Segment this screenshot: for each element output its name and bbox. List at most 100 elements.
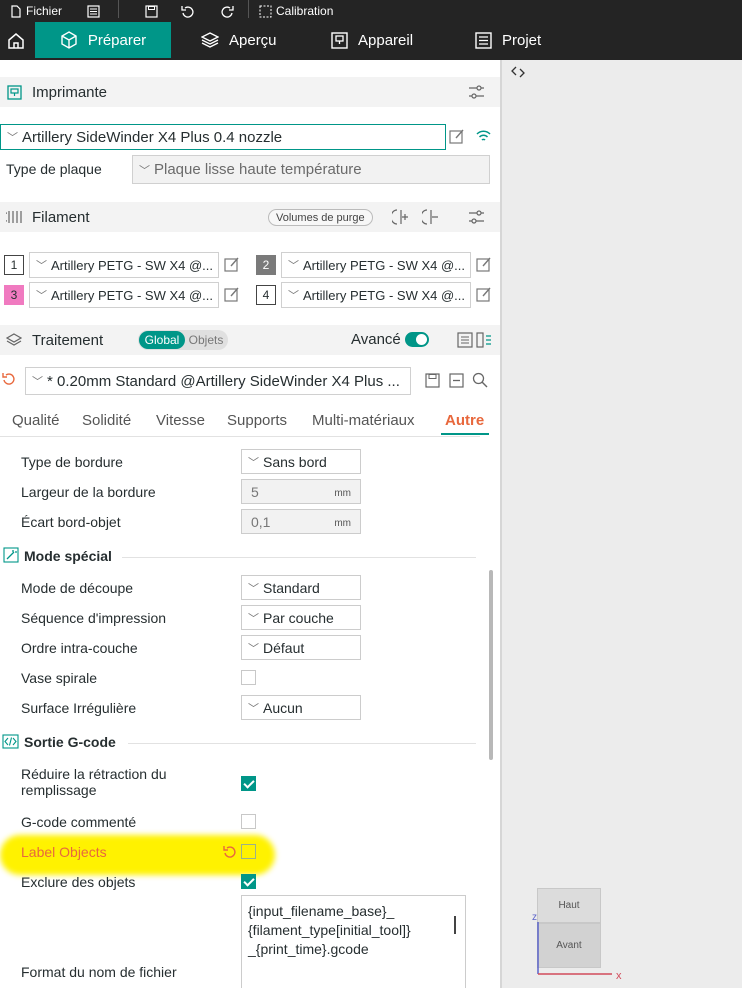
search-icon[interactable] — [472, 372, 488, 388]
filament-slot-number-text: 4 — [262, 288, 270, 302]
chevron-down-icon: ﹀ — [248, 702, 259, 715]
chevron-down-icon: ﹀ — [36, 290, 47, 302]
save-icon — [145, 4, 158, 18]
fuzzy-skin-value: Aucun — [263, 699, 303, 716]
compare-icon[interactable] — [476, 332, 492, 348]
3d-viewport[interactable]: Haut Avant z x — [502, 60, 742, 988]
menubar: Fichier Calibration — [0, 0, 742, 22]
subtab-quality[interactable]: Qualité — [12, 412, 60, 429]
tab-prepare[interactable]: Préparer — [35, 22, 171, 58]
tab-project[interactable]: Projet — [475, 22, 541, 58]
exclude-objects-checkbox[interactable] — [241, 874, 256, 889]
filament-slot-number[interactable]: 3 — [4, 285, 24, 305]
wifi-icon[interactable] — [475, 128, 492, 144]
subtab-multimaterial[interactable]: Multi-matériaux — [312, 412, 415, 429]
tab-device[interactable]: Appareil — [331, 22, 413, 58]
save-icon[interactable] — [425, 373, 440, 388]
filament-slot-number[interactable]: 1 — [4, 255, 24, 275]
filament-select[interactable]: ﹀ Artillery PETG - SW X4 @... — [29, 252, 219, 278]
label-objects-checkbox[interactable] — [241, 844, 256, 859]
chevron-down-icon: ﹀ — [32, 376, 43, 388]
slicing-mode-select[interactable]: ﹀ Standard — [241, 575, 361, 600]
edit-icon[interactable] — [449, 128, 465, 144]
commented-gcode-checkbox[interactable] — [241, 814, 256, 829]
printer-section-header[interactable]: Imprimante — [0, 77, 500, 107]
collapse-icon[interactable] — [449, 373, 464, 388]
plate-type-select[interactable]: ﹀ Plaque lisse haute température — [132, 155, 490, 184]
list-settings-icon[interactable] — [457, 332, 473, 348]
filename-format-line: {input_filename_base}_ — [248, 903, 395, 919]
device-icon — [331, 31, 348, 49]
border-gap-value: 0,1 — [251, 513, 271, 530]
print-sequence-label: Séquence d'impression — [21, 610, 167, 626]
spiral-vase-checkbox[interactable] — [241, 670, 256, 685]
filament-name: Artillery PETG - SW X4 @... — [51, 287, 213, 303]
subtabs-divider — [0, 436, 480, 437]
filament-name: Artillery PETG - SW X4 @... — [51, 257, 213, 273]
filament-slot-number[interactable]: 4 — [256, 285, 276, 305]
file-menu[interactable]: Fichier — [10, 0, 62, 22]
filament-name: Artillery PETG - SW X4 @... — [303, 287, 465, 303]
subtab-supports[interactable]: Supports — [227, 412, 287, 429]
add-filament-icon[interactable] — [392, 209, 410, 225]
menu-button[interactable] — [87, 0, 100, 22]
process-preset-select[interactable]: ﹀ * 0.20mm Standard @Artillery SideWinde… — [25, 367, 411, 395]
x-axis-label: x — [616, 970, 622, 982]
filament-slot-number[interactable]: 2 — [256, 255, 276, 275]
purge-volumes-button[interactable]: Volumes de purge — [268, 209, 373, 226]
filament-section-header[interactable]: Filament Volumes de purge — [0, 202, 500, 232]
settings-scrollbar[interactable] — [489, 570, 493, 760]
advanced-switch[interactable] — [405, 332, 429, 347]
tab-preview[interactable]: Aperçu — [201, 22, 277, 58]
filament-slot-number-text: 2 — [262, 258, 270, 272]
home-icon — [8, 32, 24, 49]
global-objects-toggle[interactable]: Global Objets — [138, 330, 228, 350]
remove-filament-icon[interactable] — [422, 209, 440, 225]
sliders-icon[interactable] — [468, 209, 485, 225]
printer-select[interactable]: ﹀ Artillery SideWinder X4 Plus 0.4 nozzl… — [0, 124, 446, 150]
edit-icon[interactable] — [476, 286, 492, 302]
fuzzy-skin-select[interactable]: ﹀ Aucun — [241, 695, 361, 720]
border-type-select[interactable]: ﹀ Sans bord — [241, 449, 361, 474]
reset-icon[interactable] — [223, 845, 237, 859]
border-gap-input[interactable]: 0,1 mm — [241, 509, 361, 534]
edit-icon[interactable] — [224, 256, 240, 272]
border-width-input[interactable]: 5 mm — [241, 479, 361, 504]
subtab-other[interactable]: Autre — [445, 412, 484, 429]
print-sequence-select[interactable]: ﹀ Par couche — [241, 605, 361, 630]
group-divider — [122, 557, 476, 558]
home-button[interactable] — [0, 22, 32, 58]
plate-type-value: Plaque lisse haute température — [154, 161, 362, 178]
save-button[interactable] — [145, 0, 158, 22]
chevron-down-icon: ﹀ — [248, 612, 259, 625]
process-subtabs: Qualité Solidité Vitesse Supports Multi-… — [0, 407, 500, 437]
cube-icon — [61, 31, 77, 49]
reduce-retraction-checkbox[interactable] — [241, 776, 256, 791]
calibration-menu[interactable]: Calibration — [259, 0, 333, 22]
redo-button[interactable] — [220, 0, 234, 22]
expand-collapse-icon[interactable] — [510, 65, 526, 79]
subtab-strength[interactable]: Solidité — [82, 412, 131, 429]
printer-icon — [6, 84, 22, 100]
toggle-global[interactable]: Global — [139, 331, 185, 349]
filename-format-input[interactable]: {input_filename_base}_ {filament_type[in… — [241, 895, 466, 988]
edit-icon[interactable] — [224, 286, 240, 302]
calibration-menu-label: Calibration — [276, 4, 334, 18]
reset-icon[interactable] — [2, 372, 16, 386]
tab-project-label: Projet — [502, 31, 542, 49]
sliders-icon[interactable] — [468, 84, 485, 100]
filament-select[interactable]: ﹀ Artillery PETG - SW X4 @... — [281, 252, 471, 278]
edit-icon[interactable] — [476, 256, 492, 272]
subtab-speed[interactable]: Vitesse — [156, 412, 205, 429]
toggle-objects[interactable]: Objets — [186, 331, 226, 349]
file-icon — [11, 4, 21, 18]
filament-name: Artillery PETG - SW X4 @... — [303, 257, 465, 273]
border-gap-unit: mm — [334, 518, 351, 529]
filament-select[interactable]: ﹀ Artillery PETG - SW X4 @... — [29, 282, 219, 308]
undo-button[interactable] — [181, 0, 195, 22]
intra-layer-order-select[interactable]: ﹀ Défaut — [241, 635, 361, 660]
filament-select[interactable]: ﹀ Artillery PETG - SW X4 @... — [281, 282, 471, 308]
process-section-header[interactable]: Traitement Global Objets Avancé — [0, 325, 500, 355]
gcode-output-title: Sortie G-code — [24, 734, 116, 750]
purge-volumes-label: Volumes de purge — [276, 211, 365, 224]
